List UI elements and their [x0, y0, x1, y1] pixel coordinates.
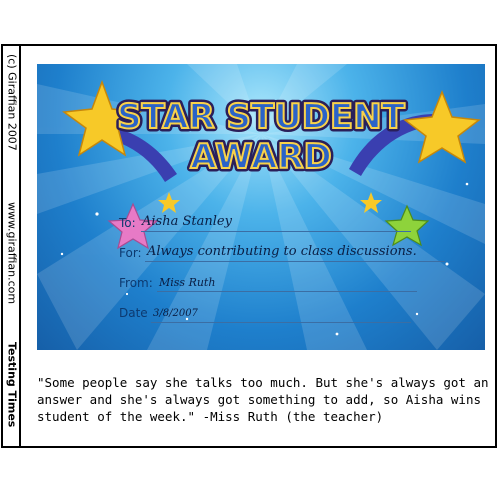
- for-label: For:: [119, 246, 142, 260]
- series-title: Testing Times: [5, 342, 19, 428]
- side-strip: (c) Giraffian 2007 www.giraffian.com Tes…: [3, 46, 21, 446]
- website-url: www.giraffian.com: [5, 202, 19, 305]
- from-label: From:: [119, 276, 153, 290]
- for-line: [145, 261, 445, 262]
- date-label: Date: [119, 306, 148, 320]
- copyright-text: (c) Giraffian 2007: [5, 54, 19, 151]
- date-value: 3/8/2007: [153, 308, 198, 319]
- from-line: [157, 291, 417, 292]
- to-label: To:: [119, 216, 136, 230]
- award-certificate: STAR STUDENT STAR STUDENT AWARD AWARD To…: [37, 64, 485, 350]
- award-title-line1: STAR STUDENT: [117, 97, 406, 137]
- award-title-line2: AWARD: [190, 137, 331, 177]
- comic-panel: (c) Giraffian 2007 www.giraffian.com Tes…: [1, 44, 497, 448]
- to-value: Aisha Stanley: [142, 214, 232, 229]
- date-line: [151, 322, 411, 323]
- certificate-decoration: STAR STUDENT STAR STUDENT AWARD AWARD: [37, 64, 485, 350]
- for-value: Always contributing to class discussions…: [147, 244, 417, 259]
- caption-quote: "Some people say she talks too much. But…: [37, 375, 489, 424]
- to-line: [141, 231, 411, 232]
- from-value: Miss Ruth: [159, 276, 216, 289]
- right-big-star: [403, 89, 481, 164]
